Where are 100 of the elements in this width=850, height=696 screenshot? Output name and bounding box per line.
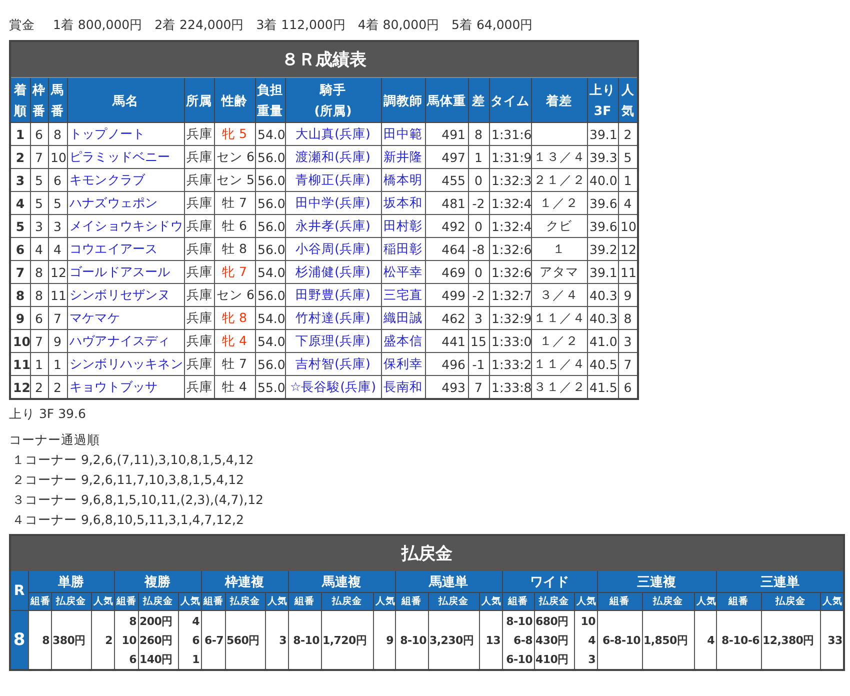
table-cell: 3 — [30, 214, 48, 238]
combo-number: 8-10 — [505, 614, 532, 630]
jockey-link[interactable]: 青柳正(兵庫) — [285, 168, 381, 192]
table-cell: 39.6 — [587, 192, 618, 214]
jockey-link[interactable]: ☆長谷駿(兵庫) — [285, 376, 381, 399]
horse-name-link[interactable]: ハヴアナイスディ — [67, 330, 184, 352]
table-cell: １１／４ — [531, 306, 587, 330]
column-header: タイム — [489, 78, 531, 122]
table-cell: 497 — [425, 146, 468, 168]
prize-amount: 5着 64,000円 — [452, 16, 534, 34]
table-cell: 9 — [48, 330, 67, 352]
trainer-link[interactable]: 新井隆 — [381, 146, 425, 168]
trainer-link[interactable]: 盛本信 — [381, 330, 425, 352]
horse-name-link[interactable]: ハナズウェポン — [67, 192, 184, 214]
table-cell: 6 — [30, 122, 48, 146]
table-cell: セン 6 — [214, 284, 255, 306]
table-cell: 3 — [618, 330, 638, 352]
jockey-link[interactable]: 渡瀬和(兵庫) — [285, 146, 381, 168]
trainer-link[interactable]: 三宅直 — [381, 284, 425, 306]
table-cell: 54.0 — [255, 122, 285, 146]
jockey-link[interactable]: 小谷周(兵庫) — [285, 238, 381, 260]
column-header: 組番 — [716, 592, 761, 610]
table-cell: 39.2 — [587, 238, 618, 260]
table-cell: 56.0 — [255, 168, 285, 192]
horse-name-link[interactable]: シンボリセザンヌ — [67, 284, 184, 306]
table-cell: 39.3 — [587, 146, 618, 168]
horse-name-link[interactable]: トップノート — [67, 122, 184, 146]
trainer-link[interactable]: 松平幸 — [381, 260, 425, 284]
table-cell: 54.0 — [255, 260, 285, 284]
table-cell: 10 — [618, 214, 638, 238]
combo-number: 6-8-10 — [602, 632, 640, 648]
table-cell: クビ — [531, 214, 587, 238]
table-cell: 兵庫 — [184, 192, 214, 214]
table-cell: 8 — [468, 122, 489, 146]
trainer-link[interactable]: 織田誠 — [381, 306, 425, 330]
jockey-link[interactable]: 竹村達(兵庫) — [285, 306, 381, 330]
column-header: 組番 — [395, 592, 428, 610]
horse-name-link[interactable]: ピラミッドベニー — [67, 146, 184, 168]
prize-amount: 2着 224,000円 — [154, 16, 244, 34]
table-cell: 6 — [30, 306, 48, 330]
table-cell: 牡 4 — [214, 376, 255, 399]
horse-name-link[interactable]: コウエイアース — [67, 238, 184, 260]
table-cell: 6 — [10, 238, 30, 260]
horse-name-link[interactable]: キモンクラブ — [67, 168, 184, 192]
table-cell: 10 — [48, 146, 67, 168]
table-cell: ３１／２ — [531, 376, 587, 399]
table-cell: 牡 7 — [214, 352, 255, 376]
trainer-link[interactable]: 田中範 — [381, 122, 425, 146]
table-cell: 5 — [30, 168, 48, 192]
table-cell: 56.0 — [255, 352, 285, 376]
table-cell: 40.5 — [587, 352, 618, 376]
table-cell: 3 — [48, 214, 67, 238]
horse-name-link[interactable]: メイショウキシドウ — [67, 214, 184, 238]
trainer-link[interactable]: 坂本和 — [381, 192, 425, 214]
horse-name-link[interactable]: キョウトブッサ — [67, 376, 184, 399]
trainer-link[interactable]: 稲田彰 — [381, 238, 425, 260]
table-cell: 55.0 — [255, 376, 285, 399]
popularity-rank: 9 — [385, 632, 394, 648]
column-header: 枠番 — [30, 78, 48, 122]
jockey-link[interactable]: 田野豊(兵庫) — [285, 284, 381, 306]
jockey-link[interactable]: 吉村智(兵庫) — [285, 352, 381, 376]
table-cell: 7 — [30, 146, 48, 168]
table-cell: 1:33:2 — [489, 352, 531, 376]
column-header: 着順 — [10, 78, 30, 122]
table-cell: ２１／２ — [531, 168, 587, 192]
trainer-link[interactable]: 田村彰 — [381, 214, 425, 238]
table-cell: 11 — [618, 260, 638, 284]
trainer-link[interactable]: 保利幸 — [381, 352, 425, 376]
table-cell: 56.0 — [255, 146, 285, 168]
jockey-link[interactable]: 田中学(兵庫) — [285, 192, 381, 214]
column-header: 馬名 — [67, 78, 184, 122]
combo-number: 6-8 — [512, 632, 532, 648]
column-header: ワイド — [502, 570, 597, 592]
table-cell: １／２ — [531, 192, 587, 214]
column-header: 馬連複 — [288, 570, 395, 592]
table-cell: 441 — [425, 330, 468, 352]
trainer-link[interactable]: 橋本明 — [381, 168, 425, 192]
horse-name-link[interactable]: シンボリハッキネン — [67, 352, 184, 376]
horse-name-link[interactable]: ゴールドアスール — [67, 260, 184, 284]
table-cell: 39.1 — [587, 122, 618, 146]
jockey-link[interactable]: 杉浦健(兵庫) — [285, 260, 381, 284]
table-cell: 1:33:8 — [489, 376, 531, 399]
table-cell: 40.0 — [587, 168, 618, 192]
horse-name-link[interactable]: マケマケ — [67, 306, 184, 330]
jockey-link[interactable]: 大山真(兵庫) — [285, 122, 381, 146]
combo-number: 6-10 — [505, 652, 532, 668]
jockey-link[interactable]: 下原理(兵庫) — [285, 330, 381, 352]
table-cell: 1 — [10, 122, 30, 146]
table-cell: 4 — [48, 238, 67, 260]
jockey-link[interactable]: 永井孝(兵庫) — [285, 214, 381, 238]
table-cell: 464 — [425, 238, 468, 260]
table-cell: １ — [531, 238, 587, 260]
column-header: 上り 3F — [587, 78, 618, 122]
popularity-rank: 10 — [580, 614, 596, 630]
popularity-rank: 4 — [191, 614, 200, 630]
table-cell: 0 — [468, 260, 489, 284]
popularity-rank: 1 — [191, 652, 200, 668]
trainer-link[interactable]: 長南和 — [381, 376, 425, 399]
column-header: 単勝 — [28, 570, 114, 592]
column-header: 払戻金 — [321, 592, 373, 610]
